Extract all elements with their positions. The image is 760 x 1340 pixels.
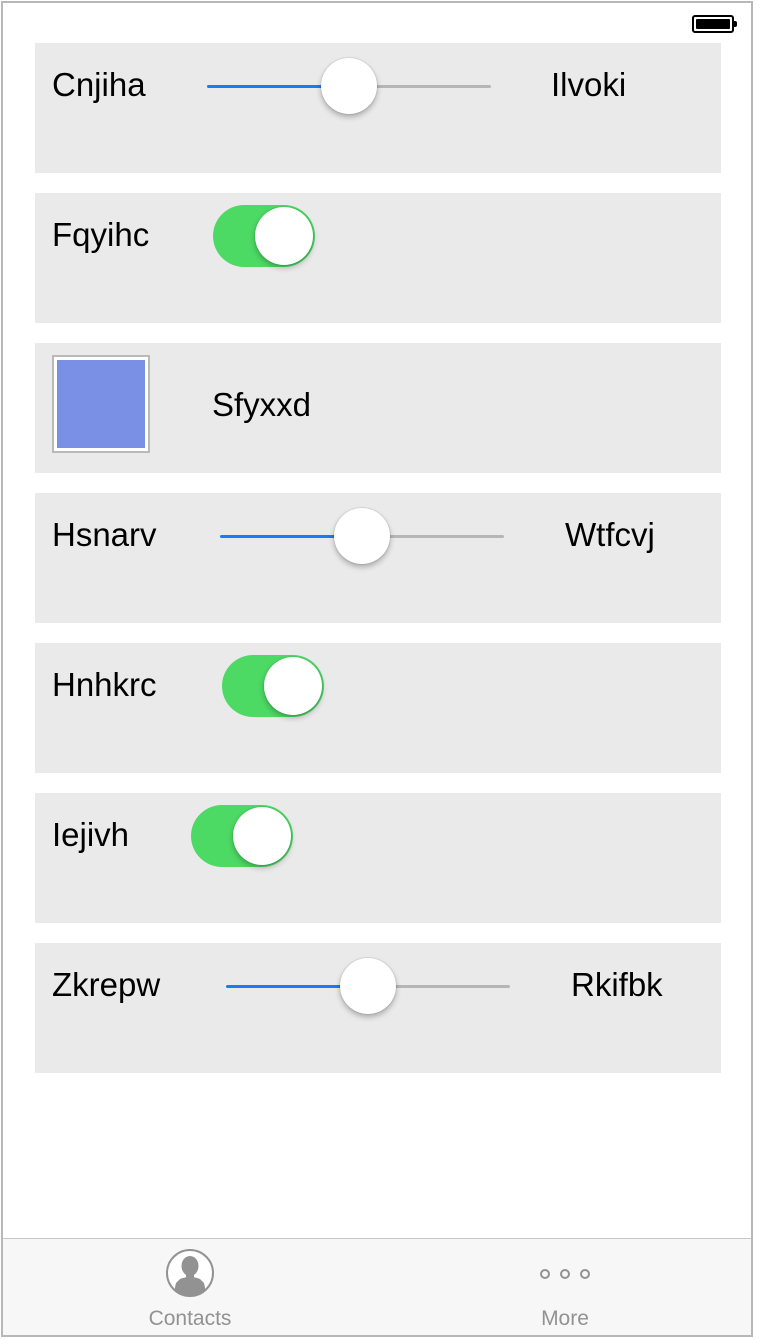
more-icon bbox=[540, 1269, 590, 1279]
row-label: Fqyihc bbox=[52, 216, 150, 253]
cnjiha-slider[interactable] bbox=[207, 57, 491, 115]
tab-more[interactable]: More bbox=[465, 1239, 665, 1335]
toggle-knob bbox=[255, 207, 313, 265]
contacts-icon bbox=[166, 1249, 214, 1297]
iejivh-toggle[interactable] bbox=[191, 805, 293, 867]
slider-thumb[interactable] bbox=[334, 508, 390, 564]
toggle-knob bbox=[233, 807, 291, 865]
hnhkrc-toggle[interactable] bbox=[222, 655, 324, 717]
slider-value-label: Ilvoki bbox=[551, 66, 627, 103]
slider-value-label: Rkifbk bbox=[571, 966, 663, 1003]
tab-label: Contacts bbox=[148, 1307, 232, 1330]
slider-thumb[interactable] bbox=[321, 58, 377, 114]
tab-bar: Contacts More bbox=[3, 1238, 751, 1335]
battery-icon bbox=[692, 15, 738, 35]
toggle-row-hnhkrc: Hnhkrc bbox=[35, 643, 721, 773]
toggle-row-iejivh: Iejivh bbox=[35, 793, 721, 923]
tab-contacts[interactable]: Contacts bbox=[90, 1239, 290, 1335]
tab-label: More bbox=[541, 1307, 589, 1330]
toggle-row-fqyihc: Fqyihc bbox=[35, 193, 721, 323]
row-label: Iejivh bbox=[52, 816, 130, 853]
zkrepw-slider[interactable] bbox=[226, 957, 510, 1015]
slider-row-zkrepw: Zkrepw Rkifbk bbox=[35, 943, 721, 1073]
row-label: Zkrepw bbox=[52, 966, 161, 1003]
color-swatch[interactable] bbox=[52, 355, 150, 453]
row-label: Hnhkrc bbox=[52, 666, 157, 703]
slider-row-cnjiha: Cnjiha Ilvoki bbox=[35, 43, 721, 173]
color-label: Sfyxxd bbox=[212, 386, 312, 423]
fqyihc-toggle[interactable] bbox=[213, 205, 315, 267]
color-swatch-fill bbox=[57, 360, 145, 448]
slider-thumb[interactable] bbox=[340, 958, 396, 1014]
toggle-knob bbox=[264, 657, 322, 715]
hsnarv-slider[interactable] bbox=[220, 507, 504, 565]
slider-row-hsnarv: Hsnarv Wtfcvj bbox=[35, 493, 721, 623]
color-row-sfyxxd: Sfyxxd bbox=[35, 343, 721, 473]
slider-value-label: Wtfcvj bbox=[565, 516, 655, 553]
app-screen: Cnjiha Ilvoki Fqyihc Sfyxxd Hsnarv Wtfcv… bbox=[1, 1, 753, 1337]
row-label: Cnjiha bbox=[52, 66, 146, 103]
row-label: Hsnarv bbox=[52, 516, 157, 553]
